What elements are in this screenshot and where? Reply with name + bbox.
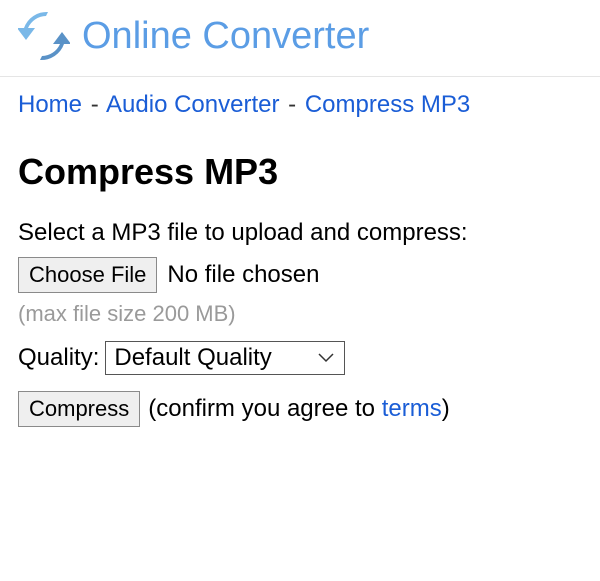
site-title[interactable]: Online Converter (82, 15, 369, 58)
site-header: Online Converter (0, 0, 600, 77)
breadcrumb-separator: - (288, 91, 296, 118)
quality-row: Quality: Default Quality (18, 341, 582, 375)
quality-label: Quality: (18, 344, 99, 372)
page-title: Compress MP3 (18, 151, 582, 193)
choose-file-button[interactable]: Choose File (18, 257, 157, 293)
compress-button[interactable]: Compress (18, 391, 140, 427)
main-content: Compress MP3 Select a MP3 file to upload… (0, 151, 600, 427)
upload-instruction: Select a MP3 file to upload and compress… (18, 219, 582, 247)
breadcrumb-compress-mp3[interactable]: Compress MP3 (305, 91, 470, 118)
agree-prefix: (confirm you agree to (148, 395, 381, 422)
breadcrumb-home[interactable]: Home (18, 91, 82, 118)
terms-link[interactable]: terms (382, 395, 442, 422)
refresh-icon (18, 10, 70, 62)
chevron-down-icon (318, 353, 334, 363)
file-input-row: Choose File No file chosen (18, 257, 582, 293)
quality-selected-value: Default Quality (114, 344, 271, 371)
agree-suffix: ) (442, 395, 450, 422)
breadcrumb-separator: - (91, 91, 99, 118)
quality-select[interactable]: Default Quality (105, 341, 345, 375)
max-size-hint: (max file size 200 MB) (18, 301, 582, 327)
breadcrumb: Home - Audio Converter - Compress MP3 (0, 77, 600, 133)
file-status-text: No file chosen (167, 261, 319, 289)
submit-row: Compress (confirm you agree to terms) (18, 391, 582, 427)
breadcrumb-audio-converter[interactable]: Audio Converter (106, 91, 279, 118)
agree-text: (confirm you agree to terms) (148, 395, 449, 423)
